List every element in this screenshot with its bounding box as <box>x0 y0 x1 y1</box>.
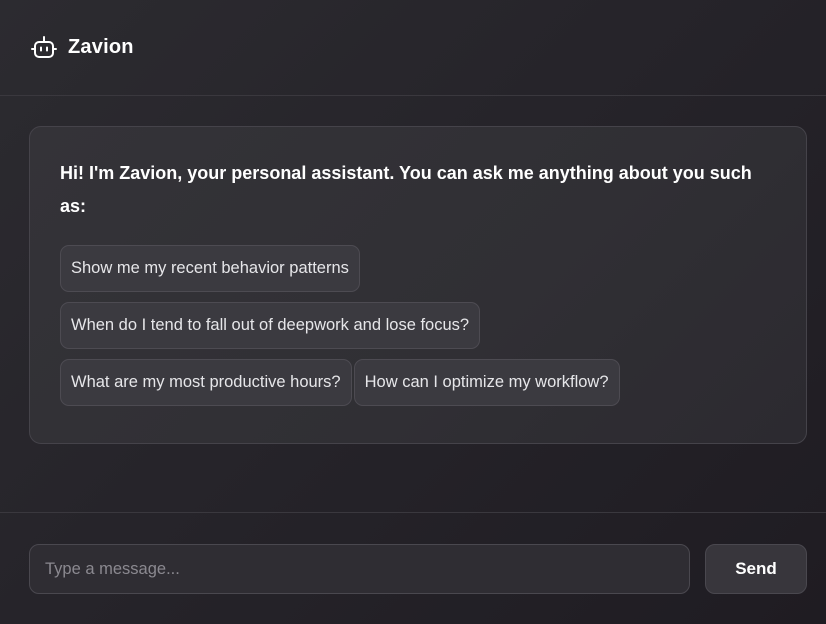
suggestion-chip-behavior-patterns[interactable]: Show me my recent behavior patterns <box>60 245 360 292</box>
suggestion-chip-productive-hours[interactable]: What are my most productive hours? <box>60 359 352 406</box>
suggestion-row: When do I tend to fall out of deepwork a… <box>60 302 776 349</box>
greeting-message: Hi! I'm Zavion, your personal assistant.… <box>60 163 752 216</box>
send-button[interactable]: Send <box>705 544 807 594</box>
message-composer: Send <box>0 512 826 624</box>
suggestion-chip-lose-focus[interactable]: When do I tend to fall out of deepwork a… <box>60 302 481 349</box>
suggestion-list: Show me my recent behavior patterns When… <box>60 245 776 406</box>
assistant-message-card: Hi! I'm Zavion, your personal assistant.… <box>29 126 807 444</box>
chat-window: Zavion Hi! I'm Zavion, your personal ass… <box>0 0 826 624</box>
robot-icon <box>30 34 58 62</box>
assistant-title: Zavion <box>68 36 134 58</box>
message-input[interactable] <box>29 544 690 594</box>
suggestion-chip-optimize-workflow[interactable]: How can I optimize my workflow? <box>353 359 620 406</box>
chat-header: Zavion <box>0 0 826 96</box>
suggestion-row: What are my most productive hours? How c… <box>60 359 776 406</box>
suggestion-row: Show me my recent behavior patterns <box>60 245 776 292</box>
